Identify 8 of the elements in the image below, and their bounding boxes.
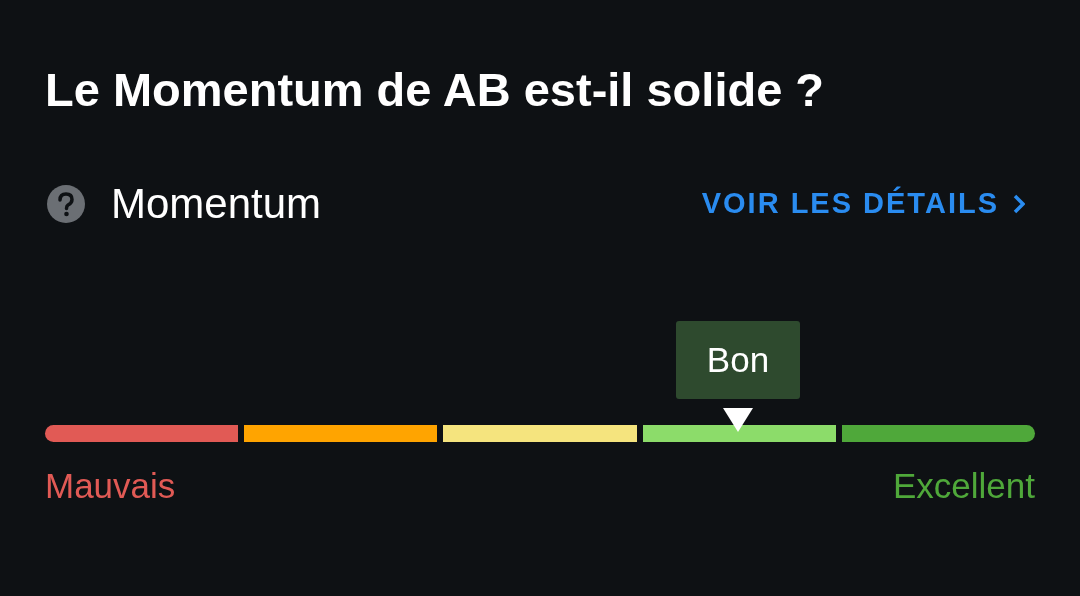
help-icon[interactable] bbox=[47, 184, 85, 223]
rating-tooltip: Bon bbox=[676, 321, 800, 399]
page-title: Le Momentum de AB est-il solide ? bbox=[45, 62, 826, 118]
min-label: Mauvais bbox=[45, 465, 176, 507]
max-label: Excellent bbox=[892, 465, 1035, 507]
chevron-right-icon bbox=[1013, 193, 1025, 214]
details-link[interactable]: VOIR LES DÉTAILS bbox=[701, 181, 1025, 226]
section-label: Momentum bbox=[111, 179, 322, 229]
